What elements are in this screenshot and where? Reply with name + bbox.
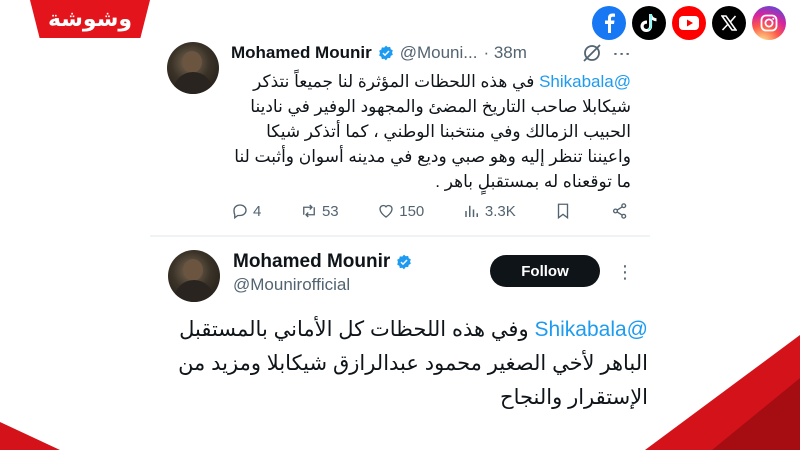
follow-button[interactable]: Follow <box>490 255 600 287</box>
reply-count: 4 <box>253 202 262 220</box>
tweet-header: Mohamed Mounir <box>233 251 412 273</box>
tweet-time: · 38m <box>483 43 527 62</box>
social-icons-bar <box>592 6 786 40</box>
tweet-header-actions: ⋮ <box>581 42 632 64</box>
mention-link[interactable]: @Shikabala <box>539 72 631 91</box>
author-handle[interactable]: @Mounirofficial <box>233 275 350 295</box>
grok-icon[interactable] <box>581 42 603 64</box>
verified-badge-icon <box>397 254 412 270</box>
like-button[interactable]: 150 <box>377 202 424 220</box>
reply-button[interactable]: 4 <box>231 202 261 220</box>
views-icon <box>465 205 478 217</box>
tweet-header: Mohamed Mounir @Mouni... · 38m <box>231 43 527 63</box>
author-name[interactable]: Mohamed Mounir <box>233 251 390 273</box>
mention-link[interactable]: @Shikabala <box>534 318 648 341</box>
more-icon[interactable]: ⋮ <box>612 45 632 62</box>
bookmark-icon <box>558 203 569 220</box>
tiktok-icon[interactable] <box>632 6 666 40</box>
x-icon[interactable] <box>712 6 746 40</box>
logo-text: وشوشة <box>47 6 133 32</box>
tweet-actions: 4 53 150 3.3K <box>231 202 629 220</box>
tweet-divider <box>150 235 650 237</box>
retweet-icon <box>303 204 315 218</box>
tweet-card-2[interactable]: Mohamed Mounir @Mounirofficial Follow ⋮ … <box>160 240 648 450</box>
share-icon <box>612 203 627 219</box>
more-icon[interactable]: ⋮ <box>616 262 634 283</box>
verified-badge-icon <box>378 45 393 61</box>
site-logo[interactable]: وشوشة <box>30 0 150 38</box>
retweet-count: 53 <box>321 202 339 220</box>
author-handle[interactable]: @Mouni... <box>400 43 478 63</box>
avatar[interactable] <box>168 250 220 302</box>
facebook-icon[interactable] <box>592 6 626 40</box>
views-button[interactable]: 3.3K <box>463 202 516 220</box>
retweet-button[interactable]: 53 <box>300 202 339 220</box>
heart-icon <box>379 204 393 218</box>
decorative-corner-left <box>0 422 60 450</box>
like-count: 150 <box>399 202 425 220</box>
tweet-text: @Shikabala في هذه اللحظات المؤثرة لنا جم… <box>231 69 631 194</box>
tweet-text: @Shikabala وفي هذه اللحظات كل الأماني با… <box>170 313 648 415</box>
youtube-icon[interactable] <box>672 6 706 40</box>
instagram-icon[interactable] <box>752 6 786 40</box>
share-button[interactable] <box>611 202 629 220</box>
author-name[interactable]: Mohamed Mounir <box>231 43 372 63</box>
bookmark-button[interactable] <box>554 202 572 220</box>
avatar[interactable] <box>167 42 219 94</box>
views-count: 3.3K <box>484 202 516 220</box>
reply-icon <box>233 204 247 220</box>
